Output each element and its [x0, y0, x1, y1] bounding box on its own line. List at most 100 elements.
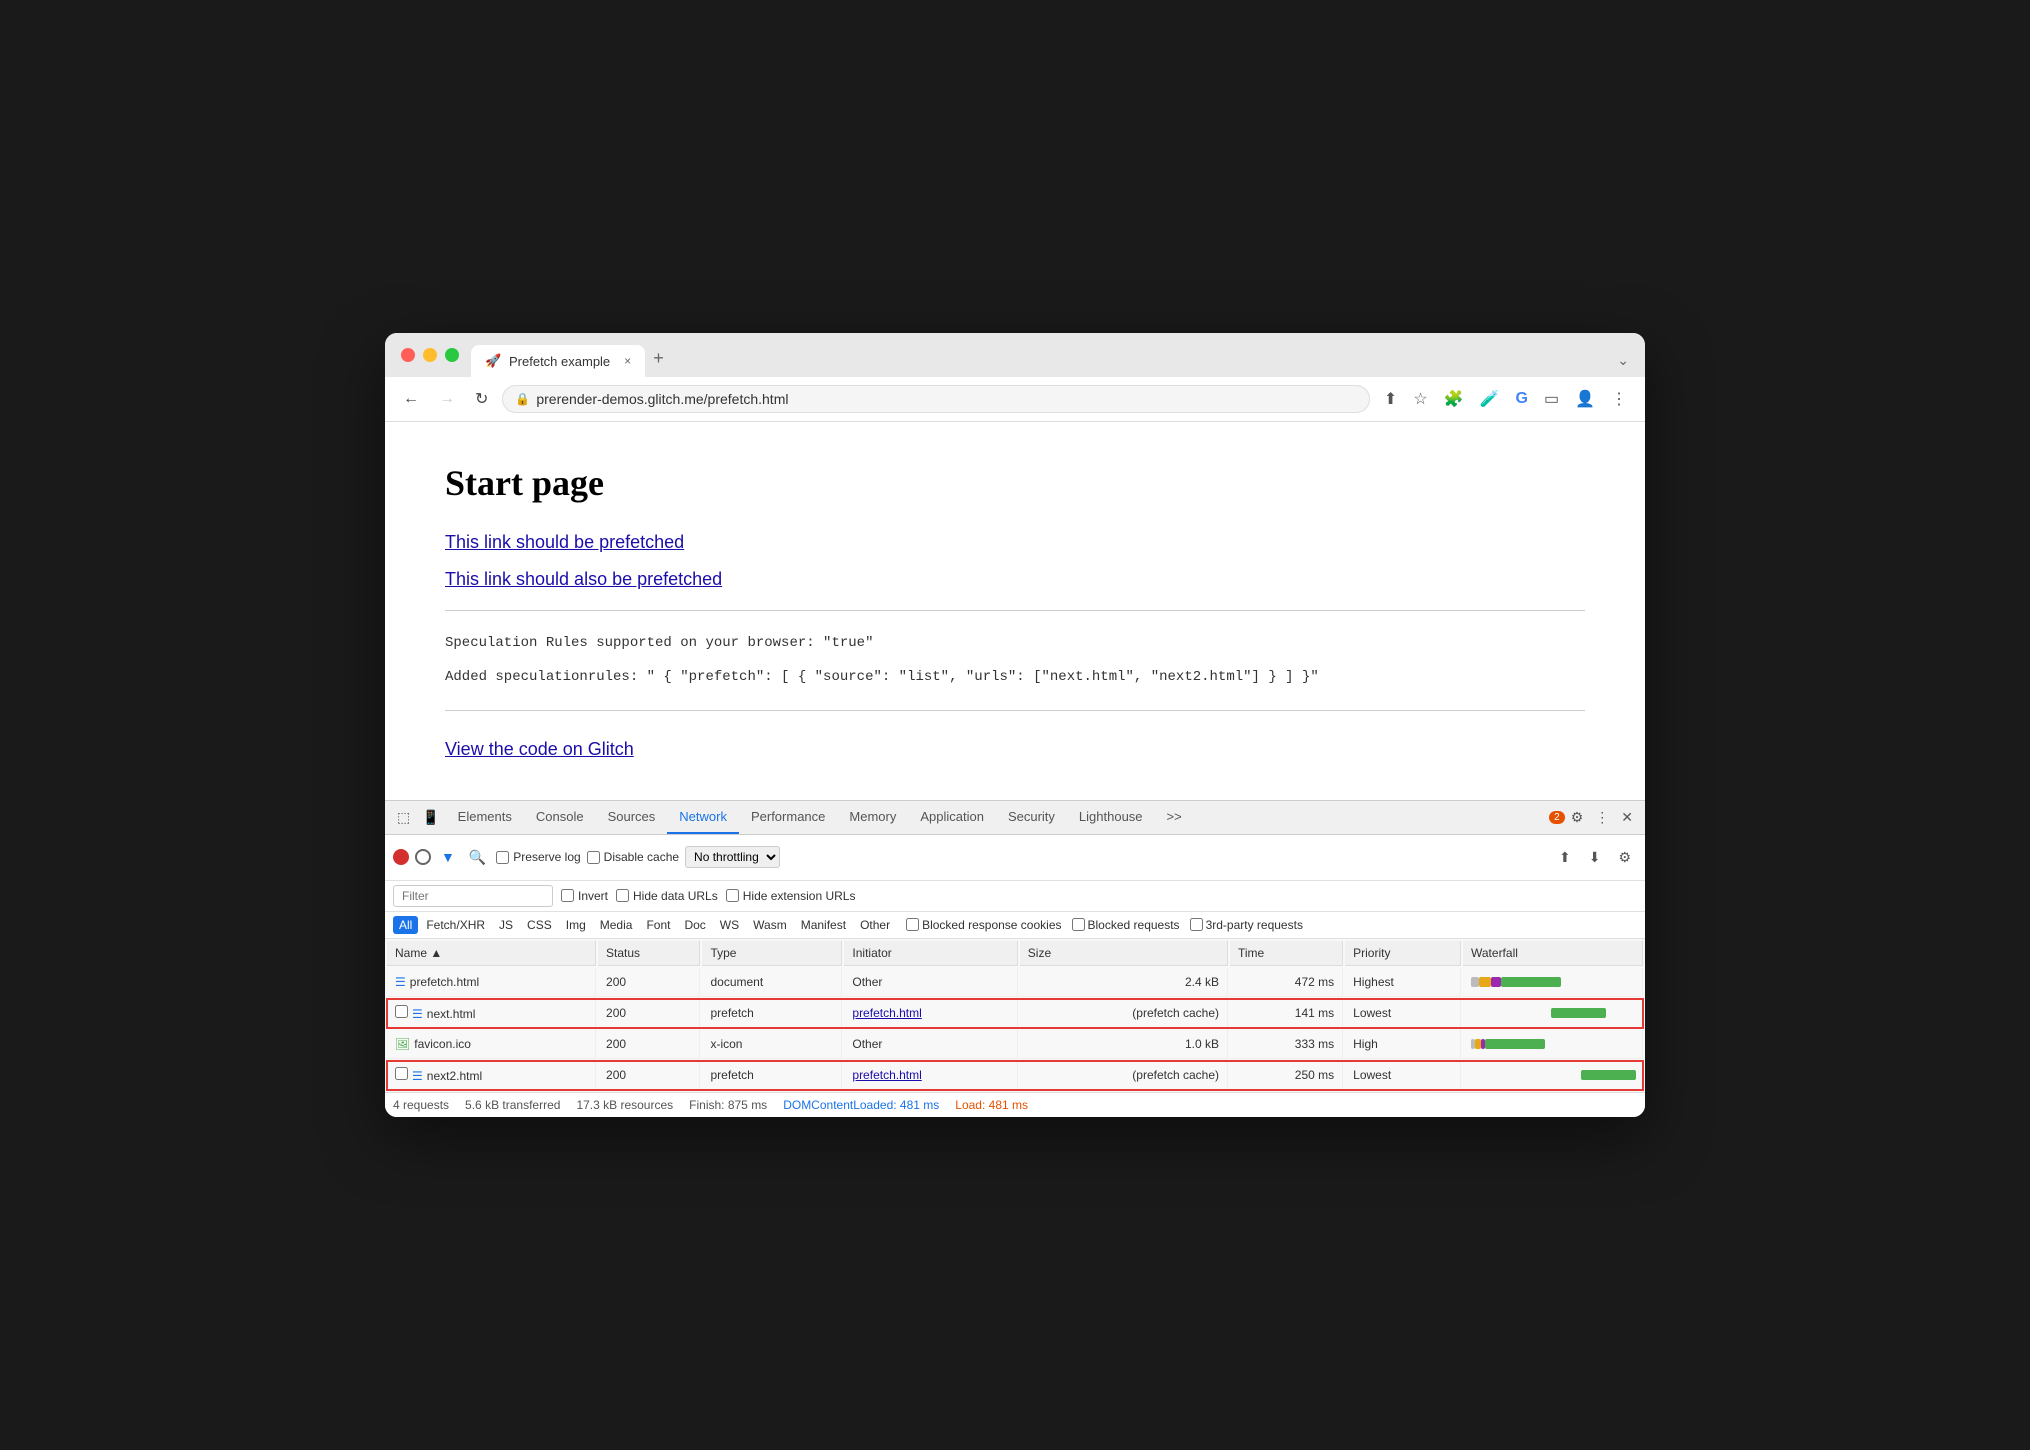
blocked-cookies-input[interactable] — [906, 918, 919, 931]
row-checkbox[interactable] — [395, 1067, 408, 1080]
tab-chevron-icon[interactable]: ⌄ — [1617, 352, 1629, 377]
preserve-log-input[interactable] — [496, 851, 509, 864]
record-button[interactable] — [393, 849, 409, 865]
menu-icon[interactable]: ⋮ — [1605, 385, 1633, 413]
third-party-checkbox[interactable]: 3rd-party requests — [1190, 918, 1303, 932]
bookmark-icon[interactable]: ☆ — [1407, 385, 1433, 413]
search-icon[interactable]: 🔍 — [465, 847, 490, 868]
invert-input[interactable] — [561, 889, 574, 902]
hide-data-urls-checkbox[interactable]: Hide data URLs — [616, 889, 718, 903]
hide-ext-urls-input[interactable] — [726, 889, 739, 902]
clear-button[interactable] — [415, 849, 431, 865]
col-status[interactable]: Status — [598, 941, 700, 966]
browser-tab[interactable]: 🚀 Prefetch example × — [471, 345, 645, 377]
invert-checkbox[interactable]: Invert — [561, 889, 608, 903]
col-initiator[interactable]: Initiator — [844, 941, 1017, 966]
table-row[interactable]: ☰next2.html200prefetchprefetch.html(pref… — [387, 1061, 1643, 1090]
file-name[interactable]: next2.html — [427, 1069, 482, 1083]
prefetch-link-2[interactable]: This link should also be prefetched — [445, 569, 1585, 590]
close-button[interactable] — [401, 348, 415, 362]
type-js[interactable]: JS — [493, 916, 519, 934]
devtools-menu-icon[interactable]: ⋮ — [1589, 801, 1615, 834]
disable-cache-checkbox[interactable]: Disable cache — [587, 850, 679, 864]
google-icon[interactable]: G — [1510, 386, 1534, 412]
divider-1 — [445, 610, 1585, 611]
tab-security[interactable]: Security — [996, 801, 1067, 834]
tab-elements[interactable]: Elements — [446, 801, 524, 834]
tab-more[interactable]: >> — [1155, 801, 1194, 834]
type-manifest[interactable]: Manifest — [795, 916, 852, 934]
filter-icon[interactable]: ▼ — [437, 847, 459, 867]
maximize-button[interactable] — [445, 348, 459, 362]
table-row[interactable]: ☰next.html200prefetchprefetch.html(prefe… — [387, 999, 1643, 1028]
sidebar-icon[interactable]: ▭ — [1538, 385, 1565, 413]
file-name[interactable]: favicon.ico — [414, 1037, 471, 1051]
status-bar: 4 requests 5.6 kB transferred 17.3 kB re… — [385, 1092, 1645, 1117]
download-icon[interactable]: ⬇ — [1583, 841, 1607, 874]
file-name[interactable]: prefetch.html — [410, 975, 479, 989]
devtools-device-icon[interactable]: 📱 — [416, 801, 445, 834]
address-bar[interactable]: 🔒 prerender-demos.glitch.me/prefetch.htm… — [502, 385, 1370, 413]
type-doc[interactable]: Doc — [678, 916, 711, 934]
initiator-link[interactable]: prefetch.html — [852, 1068, 921, 1082]
tab-network[interactable]: Network — [667, 801, 739, 834]
filter-input[interactable] — [393, 885, 553, 907]
table-row[interactable]: ☰prefetch.html200documentOther2.4 kB472 … — [387, 968, 1643, 997]
upload-icon[interactable]: ⬆ — [1553, 841, 1577, 874]
tab-performance[interactable]: Performance — [739, 801, 837, 834]
cell-waterfall — [1463, 1061, 1643, 1090]
devtools-select-icon[interactable]: ⬚ — [391, 801, 416, 834]
disable-cache-input[interactable] — [587, 851, 600, 864]
type-all[interactable]: All — [393, 916, 418, 934]
minimize-button[interactable] — [423, 348, 437, 362]
labs-icon[interactable]: 🧪 — [1474, 385, 1506, 413]
prefetch-link-1[interactable]: This link should be prefetched — [445, 532, 1585, 553]
tab-close-button[interactable]: × — [624, 354, 631, 368]
col-name[interactable]: Name ▲ — [387, 941, 596, 966]
col-waterfall[interactable]: Waterfall — [1463, 941, 1643, 966]
back-button[interactable]: ← — [397, 386, 425, 412]
type-media[interactable]: Media — [594, 916, 639, 934]
tab-lighthouse[interactable]: Lighthouse — [1067, 801, 1155, 834]
preserve-log-checkbox[interactable]: Preserve log — [496, 850, 580, 864]
extensions-icon[interactable]: 🧩 — [1438, 385, 1470, 413]
col-priority[interactable]: Priority — [1345, 941, 1461, 966]
table-row[interactable]: 🖼favicon.ico200x-iconOther1.0 kB333 msHi… — [387, 1030, 1643, 1059]
profile-icon[interactable]: 👤 — [1569, 385, 1601, 413]
settings-icon[interactable]: ⚙ — [1565, 801, 1590, 834]
initiator-link[interactable]: prefetch.html — [852, 1006, 921, 1020]
hide-ext-urls-checkbox[interactable]: Hide extension URLs — [726, 889, 856, 903]
throttle-select[interactable]: No throttling — [685, 846, 780, 868]
tab-memory[interactable]: Memory — [837, 801, 908, 834]
tab-sources[interactable]: Sources — [596, 801, 668, 834]
forward-button[interactable]: → — [433, 386, 461, 412]
tab-console[interactable]: Console — [524, 801, 596, 834]
type-font[interactable]: Font — [640, 916, 676, 934]
col-size[interactable]: Size — [1020, 941, 1228, 966]
hide-data-urls-label: Hide data URLs — [633, 889, 718, 903]
doc-icon: ☰ — [412, 1007, 423, 1021]
type-css[interactable]: CSS — [521, 916, 558, 934]
glitch-link[interactable]: View the code on Glitch — [445, 739, 634, 760]
file-name[interactable]: next.html — [427, 1007, 476, 1021]
reload-button[interactable]: ↻ — [469, 385, 494, 413]
row-checkbox[interactable] — [395, 1005, 408, 1018]
blocked-requests-checkbox[interactable]: Blocked requests — [1072, 918, 1180, 932]
col-time[interactable]: Time — [1230, 941, 1343, 966]
new-tab-button[interactable]: + — [653, 348, 664, 377]
settings2-icon[interactable]: ⚙ — [1612, 841, 1637, 874]
type-wasm[interactable]: Wasm — [747, 916, 793, 934]
third-party-input[interactable] — [1190, 918, 1203, 931]
share-icon[interactable]: ⬆ — [1378, 385, 1403, 413]
hide-data-urls-input[interactable] — [616, 889, 629, 902]
type-other[interactable]: Other — [854, 916, 896, 934]
devtools-close-icon[interactable]: ✕ — [1615, 801, 1639, 834]
type-ws[interactable]: WS — [714, 916, 745, 934]
finish-time: Finish: 875 ms — [689, 1098, 767, 1112]
blocked-requests-input[interactable] — [1072, 918, 1085, 931]
tab-application[interactable]: Application — [908, 801, 996, 834]
type-fetch-xhr[interactable]: Fetch/XHR — [420, 916, 491, 934]
col-type[interactable]: Type — [702, 941, 842, 966]
blocked-cookies-checkbox[interactable]: Blocked response cookies — [906, 918, 1061, 932]
type-img[interactable]: Img — [560, 916, 592, 934]
